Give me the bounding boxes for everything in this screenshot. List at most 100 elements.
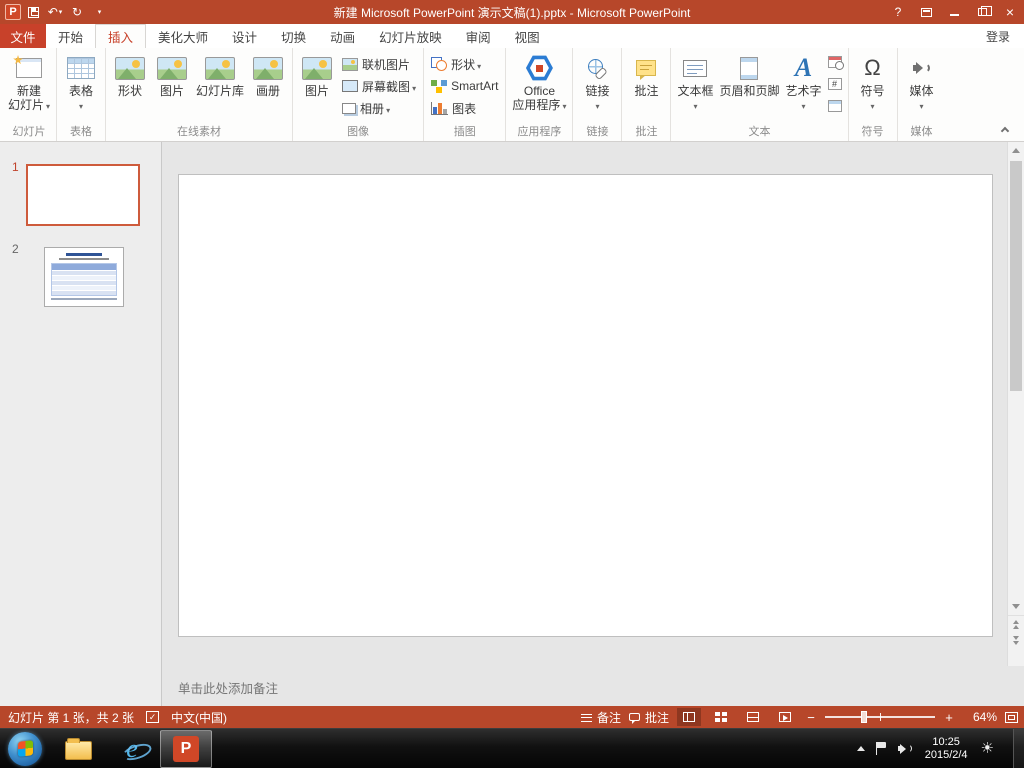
album-button[interactable]: 画册 [247, 50, 289, 125]
new-slide-button[interactable]: 新建 幻灯片 [5, 50, 53, 125]
comment-button[interactable]: 批注 [625, 50, 667, 125]
settings-sun-icon[interactable]: ☀ [981, 741, 994, 756]
close-button[interactable]: × [996, 0, 1024, 24]
tab-view[interactable]: 视图 [503, 24, 552, 48]
symbol-button[interactable]: Ω 符号 [852, 50, 894, 125]
zoom-slider[interactable] [825, 711, 935, 723]
powerpoint-app-icon[interactable]: P [5, 4, 21, 20]
shapes-label: 形状 [451, 56, 481, 73]
powerpoint-icon: P [173, 735, 199, 762]
collapse-ribbon-button[interactable] [996, 122, 1014, 136]
header-footer-button[interactable]: 页眉和页脚 [716, 50, 782, 125]
zoom-percentage[interactable]: 64% [963, 710, 997, 724]
office-apps-button[interactable]: Office 应用程序 [509, 50, 569, 125]
pictures-button[interactable]: 图片 [296, 50, 338, 125]
tab-home[interactable]: 开始 [46, 24, 95, 48]
media-button[interactable]: 媒体 [901, 50, 943, 125]
table-button[interactable]: 表格 [60, 50, 102, 125]
chart-button[interactable]: 图表 [427, 97, 502, 119]
tab-slideshow[interactable]: 幻灯片放映 [367, 24, 454, 48]
action-center-flag-icon[interactable] [875, 742, 887, 755]
slide-library-button[interactable]: 幻灯片库 [193, 50, 247, 125]
zoom-center-notch [880, 713, 881, 721]
slide-1-thumbnail[interactable] [26, 164, 140, 226]
taskbar-explorer-button[interactable] [52, 730, 104, 768]
sign-in-button[interactable]: 登录 [972, 24, 1024, 48]
start-button[interactable] [8, 731, 42, 766]
hyperlink-button[interactable]: 链接 [576, 50, 618, 125]
taskbar-powerpoint-button[interactable]: P [160, 729, 212, 768]
tab-design-label: 设计 [232, 30, 258, 45]
folder-icon [64, 737, 92, 760]
photo-album-button[interactable]: 相册 [338, 97, 420, 119]
help-button[interactable]: ? [884, 0, 912, 24]
windows-logo-icon [17, 740, 33, 757]
screen: { "window": { "title": "新建 Microsoft Pow… [0, 0, 1024, 768]
hidden-icons-button[interactable] [856, 746, 865, 751]
object-button[interactable] [825, 97, 845, 115]
slide-sorter-view-button[interactable] [709, 708, 733, 726]
shapes-button[interactable]: 形状 [427, 53, 502, 75]
normal-view-button[interactable] [677, 708, 701, 726]
online-pictures-web-button[interactable]: 联机图片 [338, 53, 420, 75]
notes-pane[interactable]: 单击此处添加备注 [162, 666, 1024, 706]
taskbar-clock[interactable]: 10:25 2015/2/4 [923, 736, 970, 762]
slideshow-view-button[interactable] [773, 708, 797, 726]
clock-time: 10:25 [932, 735, 960, 748]
redo-button[interactable]: ↻ [67, 2, 87, 22]
save-button[interactable] [23, 2, 43, 22]
fit-to-window-button[interactable] [1005, 711, 1018, 723]
tab-insert[interactable]: 插入 [95, 24, 147, 48]
chart-icon [431, 101, 449, 115]
online-shapes-button[interactable]: 形状 [109, 50, 151, 125]
slide-canvas[interactable] [178, 174, 993, 637]
ribbon-group-online-assets: 形状 图片 幻灯片库 画册 在线素材 [106, 48, 294, 141]
language-indicator[interactable]: 中文(中国) [171, 709, 227, 726]
group-label-text: 文本 [748, 126, 771, 138]
date-time-button[interactable] [825, 53, 845, 71]
spell-check-icon[interactable] [146, 711, 160, 723]
textbox-button[interactable]: 文本框 [674, 50, 716, 125]
scroll-up-button[interactable] [1008, 142, 1024, 159]
wordart-button[interactable]: A 艺术字 [782, 50, 824, 125]
previous-slide-button[interactable] [1008, 615, 1024, 632]
comments-toggle-button[interactable]: 批注 [628, 709, 669, 726]
reading-view-button[interactable] [741, 708, 765, 726]
tab-review[interactable]: 审阅 [454, 24, 503, 48]
scrollbar-thumb[interactable] [1010, 161, 1022, 391]
tab-file[interactable]: 文件 [0, 24, 46, 48]
album-icon [253, 56, 284, 80]
tab-design[interactable]: 设计 [220, 24, 269, 48]
zoom-in-button[interactable]: + [943, 710, 955, 725]
photo-album-icon [342, 102, 357, 114]
next-slide-button[interactable] [1008, 632, 1024, 649]
comments-toggle-label: 批注 [644, 710, 669, 725]
slide-thumbnail-panel[interactable]: 1 2 [0, 142, 162, 706]
minimize-button[interactable] [940, 0, 968, 24]
shapes-icon [431, 57, 448, 71]
smartart-button[interactable]: SmartArt [427, 75, 502, 97]
ribbon-display-options-button[interactable] [912, 0, 940, 24]
taskbar-ie-button[interactable]: e [106, 730, 158, 768]
double-arrow-down-icon [1013, 636, 1019, 645]
screenshot-button[interactable]: 屏幕截图 [338, 75, 420, 97]
customize-qat-button[interactable]: ▾ [89, 2, 109, 22]
notes-toggle-button[interactable]: 备注 [580, 709, 621, 726]
restore-button[interactable] [968, 0, 996, 24]
slide-2-thumbnail[interactable] [44, 247, 124, 307]
tab-transitions[interactable]: 切换 [269, 24, 318, 48]
ribbon-group-tables: 表格 表格 [57, 48, 107, 141]
slide-number-button[interactable] [825, 75, 845, 93]
vertical-scrollbar[interactable] [1007, 142, 1024, 666]
tab-meihuadashi[interactable]: 美化大师 [146, 24, 220, 48]
scroll-down-button[interactable] [1008, 598, 1024, 615]
undo-button[interactable]: ↶ ▾ [45, 2, 65, 22]
zoom-out-button[interactable]: − [805, 710, 817, 725]
slideshow-icon [779, 712, 791, 722]
volume-icon[interactable] [897, 743, 912, 755]
online-pictures-button[interactable]: 图片 [151, 50, 193, 125]
zoom-slider-thumb[interactable] [861, 711, 867, 723]
tab-animations[interactable]: 动画 [318, 24, 367, 48]
show-desktop-button[interactable] [1013, 728, 1024, 768]
textbox-icon [683, 59, 708, 77]
